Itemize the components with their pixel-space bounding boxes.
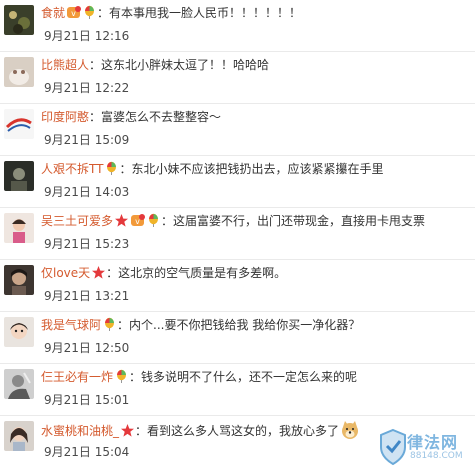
- comment-item: 比熊超人：这东北小胖妹太逗了！！哈哈哈 9月21日 12:22: [0, 52, 475, 104]
- comment-text: ：东北小妹不应该把钱扔出去，应该紧紧攥在手里: [119, 162, 384, 176]
- vip-icon: v: [130, 213, 146, 228]
- comment-time: 9月21日 12:50: [44, 341, 130, 355]
- avatar[interactable]: [4, 5, 34, 35]
- username-link[interactable]: 印度阿憨: [41, 110, 89, 124]
- avatar[interactable]: [4, 421, 34, 451]
- comment-text: ：钱多说明不了什么，还不一定怎么来的呢: [129, 370, 358, 384]
- username-link[interactable]: 水蜜桃和油桃_: [41, 424, 119, 438]
- avatar[interactable]: [4, 57, 34, 87]
- username-link[interactable]: 人艰不拆TT: [41, 162, 103, 176]
- star-icon: [120, 423, 135, 438]
- comment-time: 9月21日 12:16: [44, 29, 130, 43]
- comment-text: ：这北京的空气质量是有多差啊。: [106, 266, 287, 280]
- comment-item: 人艰不拆TT ：东北小妹不应该把钱扔出去，应该紧紧攥在手里 9月21日 14:03: [0, 156, 475, 208]
- star-icon: [91, 265, 106, 280]
- avatar[interactable]: [4, 317, 34, 347]
- username-link[interactable]: 仨王必有一炸: [41, 370, 113, 384]
- avatar[interactable]: [4, 109, 34, 139]
- username-link[interactable]: 仅love天: [41, 266, 90, 280]
- balloon-icon: [146, 213, 161, 228]
- avatar[interactable]: [4, 369, 34, 399]
- watermark-logo: 律法网 88148.COM: [377, 427, 469, 469]
- comment-text: ：这东北小胖妹太逗了！！哈哈哈: [89, 58, 270, 72]
- comment-time: 9月21日 14:03: [44, 185, 130, 199]
- comment-time: 9月21日 15:01: [44, 393, 130, 407]
- comment-list: 食就 v ：有本事甩我一脸人民币！！！！！！ 9月21日 12:16 比熊超人：这东…: [0, 0, 475, 468]
- comment-time: 9月21日 15:23: [44, 237, 130, 251]
- comment-item: 仨王必有一炸 ：钱多说明不了什么，还不一定怎么来的呢 9月21日 15:01: [0, 364, 475, 416]
- balloon-icon: [102, 317, 117, 332]
- comment-time: 9月21日 13:21: [44, 289, 130, 303]
- comment-item: 仅love天 ：这北京的空气质量是有多差啊。 9月21日 13:21: [0, 260, 475, 312]
- comment-item: 食就 v ：有本事甩我一脸人民币！！！！！！ 9月21日 12:16: [0, 0, 475, 52]
- username-link[interactable]: 我是气球阿: [41, 318, 101, 332]
- avatar[interactable]: [4, 265, 34, 295]
- comment-time: 9月21日 15:04: [44, 445, 130, 459]
- balloon-icon: [104, 161, 119, 176]
- comment-item: 我是气球阿 ：内个...要不你把钱给我 我给你买一净化器？ 9月21日 12:50: [0, 312, 475, 364]
- balloon-icon: [114, 369, 129, 384]
- comment-text: ：这届富婆不行，出门还带现金，直接用卡甩支票: [161, 214, 426, 228]
- watermark-text: 律法网: [407, 433, 459, 452]
- comment-text: ：有本事甩我一脸人民币！！！！！！: [97, 6, 302, 20]
- comment-text: ：看到这么多人骂这女的，我放心多了: [135, 424, 340, 438]
- username-link[interactable]: 比熊超人: [41, 58, 89, 72]
- comment-time: 9月21日 15:09: [44, 133, 130, 147]
- comment-item: 印度阿憨：富婆怎么不去整整容～ 9月21日 15:09: [0, 104, 475, 156]
- avatar[interactable]: [4, 213, 34, 243]
- star-icon: [114, 213, 129, 228]
- comment-text: ：内个...要不你把钱给我 我给你买一净化器？: [117, 318, 361, 332]
- doge-emoji-icon: [340, 420, 360, 440]
- comment-time: 9月21日 12:22: [44, 81, 130, 95]
- username-link[interactable]: 吴三土可爱多: [41, 214, 113, 228]
- comment-text: ：富婆怎么不去整整容～: [89, 110, 222, 124]
- balloon-icon: [82, 5, 97, 20]
- comment-item: 吴三土可爱多 v ：这届富婆不行，出门还带现金，直接用卡甩支票 9月21日 15:2…: [0, 208, 475, 260]
- avatar[interactable]: [4, 161, 34, 191]
- username-link[interactable]: 食就: [41, 6, 65, 20]
- watermark-subtext: 88148.COM: [410, 451, 463, 461]
- vip-icon: v: [66, 5, 82, 20]
